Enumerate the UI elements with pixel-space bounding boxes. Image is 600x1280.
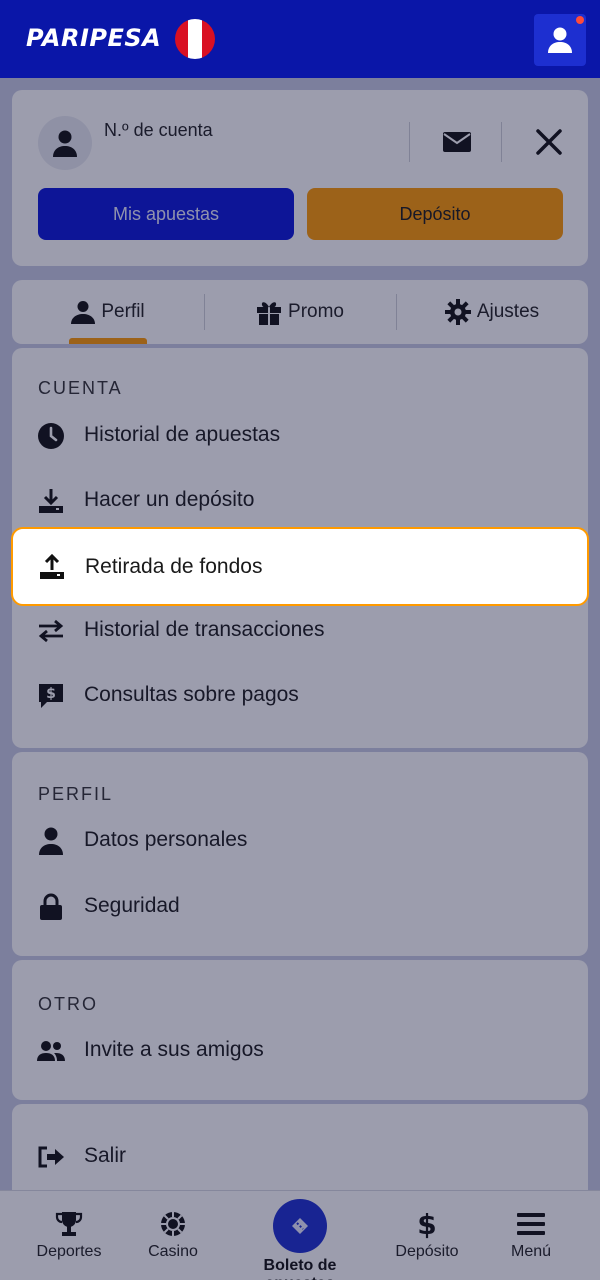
nav-deposito[interactable]: $ Depósito (372, 1209, 482, 1261)
clock-icon (36, 422, 66, 450)
person-icon (71, 301, 96, 324)
swap-arrows-icon (36, 617, 66, 645)
account-card: N.º de cuenta Mis apuestas Depósito (12, 90, 588, 266)
menu-item-hacer-deposito[interactable]: Hacer un depósito (12, 471, 588, 531)
tab-perfil[interactable]: Perfil (12, 280, 204, 344)
nav-deportes[interactable]: Deportes (14, 1209, 124, 1261)
download-tray-icon (36, 487, 66, 515)
trophy-icon (55, 1212, 83, 1236)
profile-tabs: Perfil Promo Ajustes (12, 280, 588, 344)
section-title: CUENTA (38, 378, 123, 398)
menu-item-label: Seguridad (84, 894, 180, 917)
tab-promo[interactable]: Promo (204, 280, 396, 344)
upload-tray-icon (37, 553, 67, 581)
section-title: PERFIL (38, 784, 114, 804)
close-button[interactable] (524, 120, 574, 164)
deposit-button[interactable]: Depósito (307, 188, 563, 240)
close-icon (536, 129, 562, 155)
menu-item-historial-apuestas[interactable]: Historial de apuestas (12, 406, 588, 466)
user-icon (548, 27, 572, 53)
menu-item-label: Consultas sobre pagos (84, 683, 299, 706)
gear-icon (444, 299, 471, 325)
avatar (38, 116, 92, 170)
section-title: OTRO (38, 994, 98, 1014)
tab-label: Perfil (101, 301, 145, 322)
menu-item-label: Datos personales (84, 828, 248, 851)
active-tab-indicator (69, 338, 147, 344)
menu-item-seguridad[interactable]: Seguridad (12, 877, 588, 937)
envelope-icon (443, 132, 471, 152)
divider (501, 122, 502, 162)
menu-item-consultas-pagos[interactable]: $ Consultas sobre pagos (12, 666, 588, 726)
svg-text:$: $ (46, 686, 56, 702)
nav-label: Casino (148, 1243, 198, 1260)
messages-button[interactable] (432, 120, 482, 164)
paripesa-logo[interactable]: PARIPESA (26, 24, 161, 52)
menu-item-salir[interactable]: Salir (12, 1127, 588, 1187)
nav-label: Menú (510, 1243, 552, 1260)
svg-text:$: $ (417, 1209, 436, 1239)
bottom-navigation: Deportes Casino Boleto de apuestas $ Dep… (0, 1190, 600, 1280)
menu-item-retirada-fondos[interactable]: Retirada de fondos (11, 527, 589, 606)
nav-label: Depósito (395, 1243, 459, 1260)
person-icon (53, 130, 77, 157)
perfil-section: PERFIL Datos personales Seguridad (12, 752, 588, 956)
menu-item-datos-personales[interactable]: Datos personales (12, 811, 588, 871)
app-header: PARIPESA (0, 0, 600, 78)
divider (409, 122, 410, 162)
ticket-icon (292, 1218, 308, 1234)
tab-ajustes[interactable]: Ajustes (396, 280, 588, 344)
dollar-icon: $ (417, 1209, 436, 1239)
menu-item-label: Hacer un depósito (84, 488, 255, 511)
gift-icon (257, 302, 282, 325)
casino-chip-icon (161, 1212, 185, 1236)
nav-label: Deportes (36, 1243, 102, 1260)
nav-boleto-apuestas[interactable]: Boleto de apuestas (228, 1199, 372, 1280)
user-profile-button[interactable] (534, 14, 586, 66)
peru-flag-icon[interactable] (175, 19, 215, 59)
tab-label: Ajustes (476, 301, 540, 322)
menu-item-historial-transacciones[interactable]: Historial de transacciones (12, 601, 588, 661)
lock-icon (36, 893, 66, 921)
people-icon (36, 1037, 66, 1065)
nav-label: Boleto de apuestas (263, 1257, 337, 1280)
menu-item-label: Retirada de fondos (85, 555, 263, 578)
dollar-chat-icon: $ (36, 682, 66, 710)
menu-item-label: Historial de transacciones (84, 618, 325, 641)
person-icon (36, 827, 66, 855)
hamburger-icon (517, 1213, 545, 1235)
my-bets-button[interactable]: Mis apuestas (38, 188, 294, 240)
account-number-label: N.º de cuenta (104, 120, 213, 140)
nav-casino[interactable]: Casino (118, 1209, 228, 1261)
notification-dot (576, 16, 584, 24)
tab-label: Promo (288, 301, 344, 322)
nav-menu[interactable]: Menú (476, 1209, 586, 1261)
menu-item-invite-amigos[interactable]: Invite a sus amigos (12, 1021, 588, 1081)
otro-section: OTRO Invite a sus amigos (12, 960, 588, 1100)
logout-icon (36, 1143, 66, 1171)
menu-item-label: Invite a sus amigos (84, 1038, 264, 1061)
menu-item-label: Historial de apuestas (84, 423, 281, 446)
menu-item-label: Salir (84, 1144, 127, 1167)
